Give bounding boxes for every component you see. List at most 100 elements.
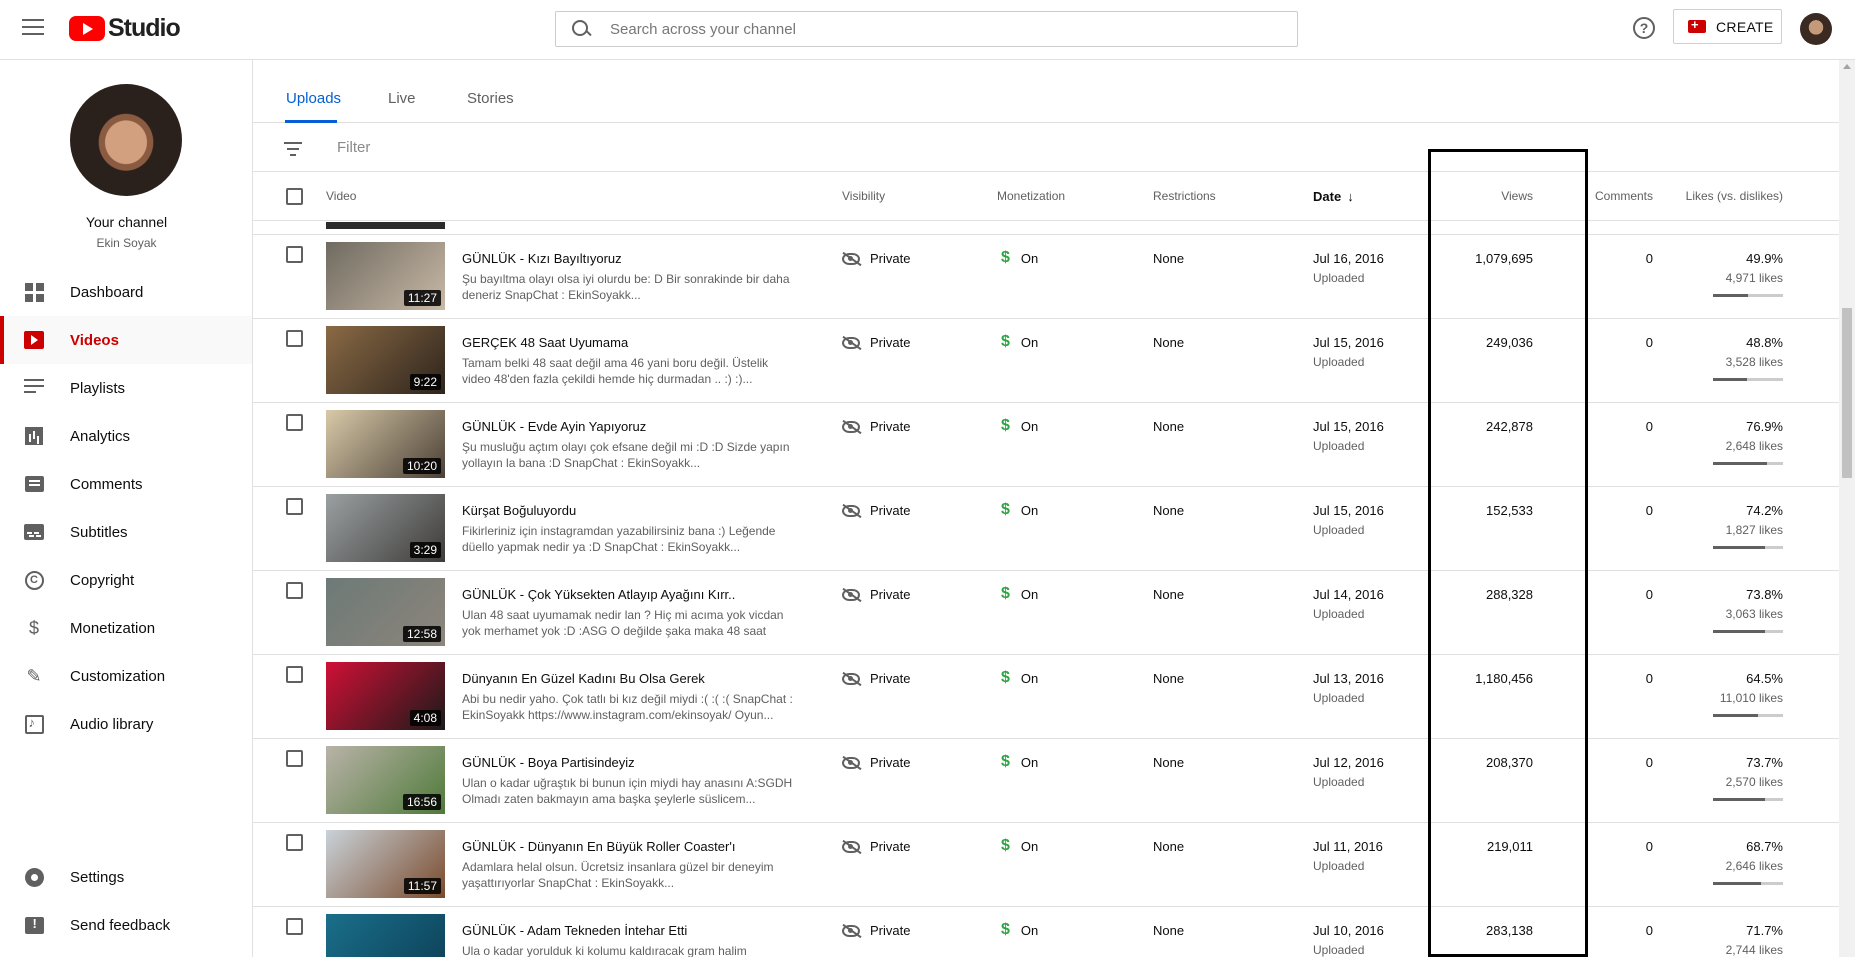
- monetization-cell[interactable]: $ On: [1001, 921, 1038, 939]
- visibility-cell[interactable]: Private: [842, 419, 910, 434]
- video-thumbnail[interactable]: 16:56: [326, 746, 445, 814]
- table-row[interactable]: 16:56 GÜNLÜK - Boya Partisindeyiz Ulan o k…: [253, 739, 1839, 823]
- row-checkbox[interactable]: [286, 414, 303, 431]
- video-title[interactable]: Dünyanın En Güzel Kadını Bu Olsa Gerek: [462, 671, 705, 686]
- hamburger-menu-icon[interactable]: [22, 19, 44, 37]
- video-title[interactable]: GÜNLÜK - Evde Ayin Yapıyoruz: [462, 419, 646, 434]
- video-thumbnail[interactable]: [326, 914, 445, 957]
- likes-ratio-fill: [1713, 630, 1765, 633]
- sidebar-item-comments[interactable]: Comments: [0, 460, 252, 508]
- visibility-cell[interactable]: Private: [842, 923, 910, 938]
- row-checkbox[interactable]: [286, 246, 303, 263]
- filter-input[interactable]: [337, 139, 1137, 156]
- video-thumbnail[interactable]: 9:22: [326, 326, 445, 394]
- table-row[interactable]: 11:57 GÜNLÜK - Dünyanın En Büyük Roller C…: [253, 823, 1839, 907]
- video-title[interactable]: GÜNLÜK - Çok Yüksekten Atlayıp Ayağını K…: [462, 587, 735, 602]
- monetization-cell[interactable]: $ On: [1001, 333, 1038, 351]
- column-restrictions[interactable]: Restrictions: [1153, 189, 1216, 203]
- video-thumbnail[interactable]: 4:08: [326, 662, 445, 730]
- search-input[interactable]: [610, 20, 1297, 38]
- create-button[interactable]: CREATE: [1673, 9, 1782, 44]
- row-checkbox[interactable]: [286, 750, 303, 767]
- table-row[interactable]: 12:58 GÜNLÜK - Çok Yüksekten Atlayıp Ayağ…: [253, 571, 1839, 655]
- video-title[interactable]: GÜNLÜK - Adam Tekneden İntehar Etti: [462, 923, 687, 938]
- monetization-cell[interactable]: $ On: [1001, 837, 1038, 855]
- visibility-cell[interactable]: Private: [842, 671, 910, 686]
- likes-ratio-fill: [1713, 378, 1748, 381]
- sidebar-item-label: Settings: [70, 868, 125, 886]
- row-checkbox[interactable]: [286, 666, 303, 683]
- sidebar-item-subtitles[interactable]: Subtitles: [0, 508, 252, 556]
- table-row[interactable]: GÜNLÜK - Adam Tekneden İntehar Etti Ula o…: [253, 907, 1839, 957]
- table-row[interactable]: 3:29 Kürşat Boğuluyordu Fikirleriniz için …: [253, 487, 1839, 571]
- sidebar-item-analytics[interactable]: Analytics: [0, 412, 252, 460]
- scrollbar-thumb[interactable]: [1842, 308, 1852, 478]
- comments-cell: 0: [1645, 335, 1653, 350]
- monetization-cell[interactable]: $ On: [1001, 249, 1038, 267]
- tab-stories[interactable]: Stories: [467, 90, 514, 107]
- select-all-checkbox[interactable]: [286, 188, 303, 205]
- studio-logo[interactable]: Studio: [69, 14, 181, 42]
- sidebar-item-videos[interactable]: Videos: [0, 316, 252, 364]
- analytics-icon: [23, 426, 45, 446]
- visibility-cell[interactable]: Private: [842, 587, 910, 602]
- visibility-cell[interactable]: Private: [842, 839, 910, 854]
- eye-off-icon: [842, 756, 860, 769]
- video-title[interactable]: GÜNLÜK - Kızı Bayıltıyoruz: [462, 251, 622, 266]
- tab-uploads[interactable]: Uploads: [286, 90, 341, 107]
- monetization-cell[interactable]: $ On: [1001, 753, 1038, 771]
- sidebar-item-label: Audio library: [70, 715, 154, 733]
- sidebar-item-send-feedback[interactable]: Send feedback: [0, 901, 252, 949]
- views-cell: 283,138: [1486, 923, 1533, 938]
- date-cell: Jul 14, 2016: [1313, 587, 1384, 602]
- search-box[interactable]: [555, 11, 1298, 47]
- sidebar-item-customization[interactable]: ✎ Customization: [0, 652, 252, 700]
- video-title[interactable]: Kürşat Boğuluyordu: [462, 503, 576, 518]
- monetization-cell[interactable]: $ On: [1001, 585, 1038, 603]
- column-views[interactable]: Views: [1433, 189, 1533, 203]
- table-row[interactable]: 4:08 Dünyanın En Güzel Kadını Bu Olsa Ger…: [253, 655, 1839, 739]
- table-row[interactable]: 9:22 GERÇEK 48 Saat Uyumama Tamam belki 48…: [253, 319, 1839, 403]
- sidebar-item-monetization[interactable]: $ Monetization: [0, 604, 252, 652]
- monetization-label: On: [1020, 502, 1039, 518]
- video-title[interactable]: GERÇEK 48 Saat Uyumama: [462, 335, 628, 350]
- row-checkbox[interactable]: [286, 918, 303, 935]
- visibility-cell[interactable]: Private: [842, 335, 910, 350]
- table-row[interactable]: 11:27 GÜNLÜK - Kızı Bayıltıyoruz Şu bayılt…: [253, 235, 1839, 319]
- tab-live[interactable]: Live: [388, 90, 416, 107]
- column-visibility[interactable]: Visibility: [842, 189, 885, 203]
- video-thumbnail[interactable]: 10:20: [326, 410, 445, 478]
- sidebar-item-audio-library[interactable]: Audio library: [0, 700, 252, 748]
- column-monetization[interactable]: Monetization: [997, 189, 1065, 203]
- monetization-cell[interactable]: $ On: [1001, 501, 1038, 519]
- visibility-cell[interactable]: Private: [842, 251, 910, 266]
- sidebar-item-settings[interactable]: Settings: [0, 853, 252, 901]
- monetization-cell[interactable]: $ On: [1001, 417, 1038, 435]
- video-thumbnail[interactable]: 12:58: [326, 578, 445, 646]
- table-row[interactable]: 10:20 GÜNLÜK - Evde Ayin Yapıyoruz Şu musl…: [253, 403, 1839, 487]
- row-checkbox[interactable]: [286, 582, 303, 599]
- account-avatar[interactable]: [1800, 13, 1832, 45]
- video-title[interactable]: GÜNLÜK - Boya Partisindeyiz: [462, 755, 635, 770]
- column-likes[interactable]: Likes (vs. dislikes): [1633, 189, 1783, 203]
- column-date[interactable]: Date ↓: [1313, 189, 1354, 204]
- views-cell: 1,079,695: [1475, 251, 1533, 266]
- video-thumbnail[interactable]: 3:29: [326, 494, 445, 562]
- scrollbar-track[interactable]: [1839, 60, 1855, 957]
- channel-avatar[interactable]: [70, 84, 182, 196]
- video-thumbnail[interactable]: 11:27: [326, 242, 445, 310]
- sidebar-item-dashboard[interactable]: Dashboard: [0, 268, 252, 316]
- row-checkbox[interactable]: [286, 834, 303, 851]
- row-checkbox[interactable]: [286, 330, 303, 347]
- sidebar-item-playlists[interactable]: Playlists: [0, 364, 252, 412]
- video-title[interactable]: GÜNLÜK - Dünyanın En Büyük Roller Coaste…: [462, 839, 735, 854]
- row-checkbox[interactable]: [286, 498, 303, 515]
- sidebar-item-copyright[interactable]: C Copyright: [0, 556, 252, 604]
- filter-icon[interactable]: [284, 142, 302, 160]
- help-icon[interactable]: ?: [1633, 17, 1655, 39]
- monetization-cell[interactable]: $ On: [1001, 669, 1038, 687]
- scroll-up-arrow-icon[interactable]: [1843, 64, 1851, 69]
- video-thumbnail[interactable]: 11:57: [326, 830, 445, 898]
- visibility-cell[interactable]: Private: [842, 503, 910, 518]
- visibility-cell[interactable]: Private: [842, 755, 910, 770]
